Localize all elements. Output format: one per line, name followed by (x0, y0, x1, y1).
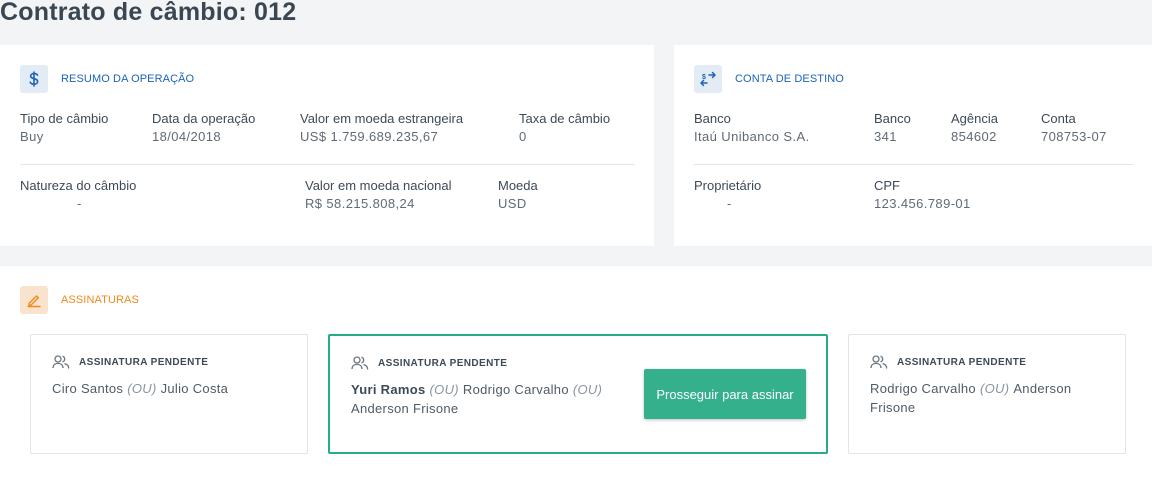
signer-names: Rodrigo Carvalho (OU) Anderson Frisone (870, 379, 1110, 417)
field-label: Banco (694, 111, 731, 126)
section-title-destination: CONTA DE DESTINO (735, 73, 844, 85)
operation-summary-card: RESUMO DA OPERAÇÃO Tipo de câmbio Buy Da… (0, 45, 654, 246)
field-data-operacao: Data da operação 18/04/2018 (152, 110, 255, 146)
signature-status: ASSINATURA PENDENTE (52, 355, 208, 369)
field-label: Proprietário (694, 178, 762, 193)
field-conta: Conta 708753-07 (1041, 110, 1107, 146)
field-banco-nome: Banco Itaú Unibanco S.A. (694, 110, 810, 146)
signature-status-label: ASSINATURA PENDENTE (378, 357, 508, 369)
field-value: - (727, 196, 732, 211)
signatures-card: ASSINATURAS ASSINATURA PENDENTE Ciro San… (0, 266, 1152, 483)
divider (20, 164, 635, 165)
field-value: 0 (519, 129, 527, 144)
field-label: Agência (951, 111, 998, 126)
field-agencia: Agência 854602 (951, 110, 998, 146)
signer-name: Rodrigo Carvalho (870, 381, 976, 396)
field-value: Itaú Unibanco S.A. (694, 129, 810, 144)
signer-name: Anderson Frisone (351, 401, 459, 416)
page-title: Contrato de câmbio: 012 (0, 0, 297, 26)
svg-text:$: $ (702, 74, 706, 81)
field-label: Conta (1041, 111, 1076, 126)
field-label: Banco (874, 111, 911, 126)
field-value: 123.456.789-01 (874, 196, 971, 211)
field-label: Valor em moeda nacional (305, 178, 452, 193)
field-natureza-cambio: Natureza do câmbio - (20, 177, 136, 213)
field-label: Taxa de câmbio (519, 111, 611, 126)
signature-box: ASSINATURA PENDENTE Ciro Santos (OU) Julio… (30, 334, 308, 454)
signature-status-label: ASSINATURA PENDENTE (79, 356, 209, 368)
field-valor-nacional: Valor em moeda nacional R$ 58.215.808,24 (305, 177, 451, 213)
signer-name: Rodrigo Carvalho (462, 382, 569, 397)
signature-status: ASSINATURA PENDENTE (351, 356, 507, 370)
field-value: Buy (20, 129, 44, 144)
divider (694, 164, 1133, 165)
or-separator: (OU) (979, 381, 1010, 396)
or-separator: (OU) (429, 382, 459, 397)
signer-name: Ciro Santos (52, 381, 124, 396)
field-valor-estrangeira: Valor em moeda estrangeira US$ 1.759.689… (300, 110, 463, 146)
users-icon (870, 355, 890, 369)
or-separator: (OU) (572, 382, 603, 397)
field-label: Valor em moeda estrangeira (300, 111, 464, 126)
or-separator: (OU) (127, 381, 157, 396)
signature-status-label: ASSINATURA PENDENTE (897, 356, 1027, 368)
field-value: 341 (874, 129, 897, 144)
field-value: USD (498, 196, 527, 211)
field-value: 854602 (951, 129, 997, 144)
pen-icon (20, 286, 48, 314)
field-label: Moeda (498, 178, 538, 193)
field-cpf: CPF 123.456.789-01 (874, 177, 971, 213)
field-value: 18/04/2018 (152, 129, 222, 144)
field-banco-codigo: Banco 341 (874, 110, 911, 146)
section-title-signatures: ASSINATURAS (61, 294, 139, 306)
users-icon (351, 356, 371, 370)
field-label: CPF (874, 178, 900, 193)
destination-account-card: $ CONTA DE DESTINO Banco Itaú Unibanco S… (674, 45, 1152, 246)
field-tipo-cambio: Tipo de câmbio Buy (20, 110, 108, 146)
dollar-icon (20, 65, 48, 93)
signer-names: Yuri Ramos (OU) Rodrigo Carvalho (OU) Anders… (351, 380, 626, 418)
signer-names: Ciro Santos (OU) Julio Costa (52, 379, 292, 398)
field-label: Tipo de câmbio (20, 111, 109, 126)
signature-box: ASSINATURA PENDENTE Rodrigo Carvalho (OU)… (848, 334, 1126, 454)
signer-name: Yuri Ramos (351, 382, 426, 397)
users-icon (52, 355, 72, 369)
field-taxa-cambio: Taxa de câmbio 0 (519, 110, 610, 146)
signature-box-active: ASSINATURA PENDENTE Yuri Ramos (OU) Rodrig… (328, 334, 828, 454)
field-value: US$ 1.759.689.235,67 (300, 129, 439, 144)
field-moeda: Moeda USD (498, 177, 538, 213)
field-label: Natureza do câmbio (20, 178, 137, 193)
signer-name: Julio Costa (160, 381, 229, 396)
proceed-to-sign-button[interactable]: Prosseguir para assinar (644, 369, 806, 419)
field-label: Data da operação (152, 111, 256, 126)
field-value: 708753-07 (1041, 129, 1107, 144)
field-proprietario: Proprietário - (694, 177, 761, 213)
signature-status: ASSINATURA PENDENTE (870, 355, 1026, 369)
section-title-operation: RESUMO DA OPERAÇÃO (61, 73, 195, 85)
transfer-icon: $ (694, 65, 722, 93)
field-value: R$ 58.215.808,24 (305, 196, 415, 211)
field-value: - (77, 196, 82, 211)
